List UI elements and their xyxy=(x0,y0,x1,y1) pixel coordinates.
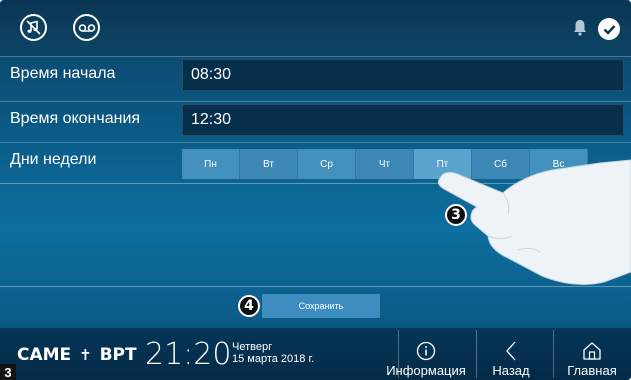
home-button[interactable]: Главная xyxy=(556,330,628,378)
bpt-cross-icon: ✝ xyxy=(79,346,92,364)
weekday-text: Четверг xyxy=(232,341,273,353)
clock-time: 21:20 xyxy=(145,337,232,372)
step-3-badge: 3 xyxy=(445,204,467,226)
date-text: 15 марта 2018 г. xyxy=(232,353,315,365)
divider xyxy=(553,330,554,378)
pointing-hand-icon xyxy=(437,159,631,285)
home-icon xyxy=(582,339,602,363)
info-button[interactable]: Информация xyxy=(386,330,466,378)
divider xyxy=(476,330,477,378)
step-4-badge: 4 xyxy=(238,295,260,317)
page-number: 3 xyxy=(0,364,16,380)
info-icon xyxy=(416,339,436,363)
back-label: Назад xyxy=(492,363,530,378)
home-label: Главная xyxy=(567,363,617,378)
info-label: Информация xyxy=(386,363,466,378)
chevron-left-icon xyxy=(505,339,517,363)
brand-logo: CAME ✝ BPT xyxy=(17,345,137,365)
back-button[interactable]: Назад xyxy=(478,330,544,378)
brand-came: CAME xyxy=(17,345,72,365)
device-screen: Время начала 08:30 Время окончания 12:30… xyxy=(0,0,631,380)
brand-bpt: BPT xyxy=(99,345,137,365)
